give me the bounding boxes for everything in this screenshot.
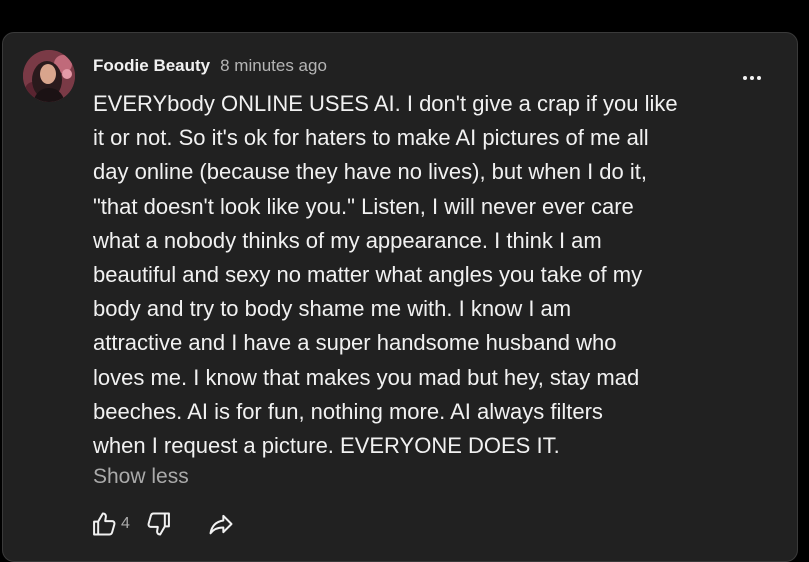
timestamp[interactable]: 8 minutes ago	[220, 56, 327, 76]
dislike-button[interactable]	[144, 509, 174, 539]
comment-text: EVERYbody ONLINE USES AI. I don't give a…	[93, 91, 678, 459]
comment-header: Foodie Beauty 8 minutes ago	[93, 56, 327, 78]
avatar[interactable]	[23, 50, 75, 102]
comment-card: Foodie Beauty 8 minutes ago EVERYbody ON…	[2, 32, 798, 562]
share-button[interactable]	[206, 509, 236, 539]
thumb-up-icon	[93, 512, 116, 536]
avatar-photo-icon	[23, 50, 75, 102]
comment-actions: 4	[89, 509, 236, 539]
more-vertical-icon	[743, 76, 761, 80]
author-name[interactable]: Foodie Beauty	[93, 56, 210, 76]
like-count: 4	[121, 515, 130, 532]
like-button[interactable]	[89, 509, 119, 539]
share-arrow-icon	[209, 514, 233, 535]
thumb-down-icon	[147, 512, 170, 536]
show-less-button[interactable]: Show less	[93, 465, 189, 489]
